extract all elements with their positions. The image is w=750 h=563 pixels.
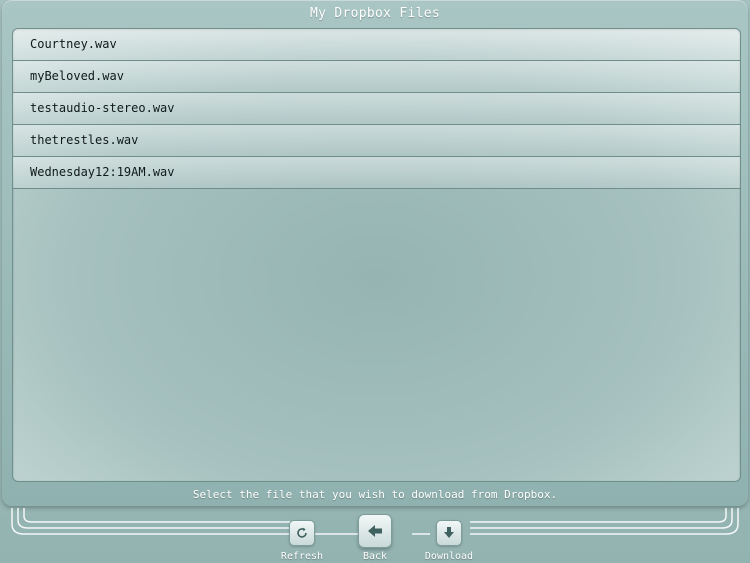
download-arrow-icon <box>444 527 454 538</box>
instruction-text: Select the file that you wish to downloa… <box>192 488 558 501</box>
file-list: Courtney.wav myBeloved.wav testaudio-ste… <box>13 29 740 189</box>
bottom-toolbar: Refresh Back Download <box>0 512 750 563</box>
back-button[interactable]: Back <box>345 512 405 562</box>
file-name: testaudio-stereo.wav <box>30 101 175 115</box>
back-arrow-icon <box>368 525 382 537</box>
back-button-face[interactable] <box>358 514 392 548</box>
file-row-mybeloved[interactable]: myBeloved.wav <box>13 61 740 93</box>
file-name: Courtney.wav <box>30 37 117 51</box>
download-button-face[interactable] <box>436 520 462 546</box>
file-list-area[interactable]: Courtney.wav myBeloved.wav testaudio-ste… <box>12 28 741 482</box>
dropbox-files-screen: My Dropbox Files Courtney.wav myBeloved.… <box>0 0 750 563</box>
file-row-courtney[interactable]: Courtney.wav <box>13 29 740 61</box>
refresh-label: Refresh <box>280 551 324 562</box>
back-label: Back <box>362 551 388 562</box>
file-name: thetrestles.wav <box>30 133 139 147</box>
download-button[interactable]: Download <box>419 512 479 562</box>
file-row-testaudio-stereo[interactable]: testaudio-stereo.wav <box>13 93 740 125</box>
refresh-button-face[interactable] <box>289 520 315 546</box>
file-name: myBeloved.wav <box>30 69 124 83</box>
dropbox-panel: My Dropbox Files Courtney.wav myBeloved.… <box>2 0 748 506</box>
refresh-icon <box>297 527 307 538</box>
download-label: Download <box>424 551 474 562</box>
refresh-button[interactable]: Refresh <box>272 512 332 562</box>
file-row-thetrestles[interactable]: thetrestles.wav <box>13 125 740 157</box>
file-name: Wednesday12:19AM.wav <box>30 165 175 179</box>
panel-title: My Dropbox Files <box>309 6 441 21</box>
file-row-wednesday[interactable]: Wednesday12:19AM.wav <box>13 157 740 189</box>
